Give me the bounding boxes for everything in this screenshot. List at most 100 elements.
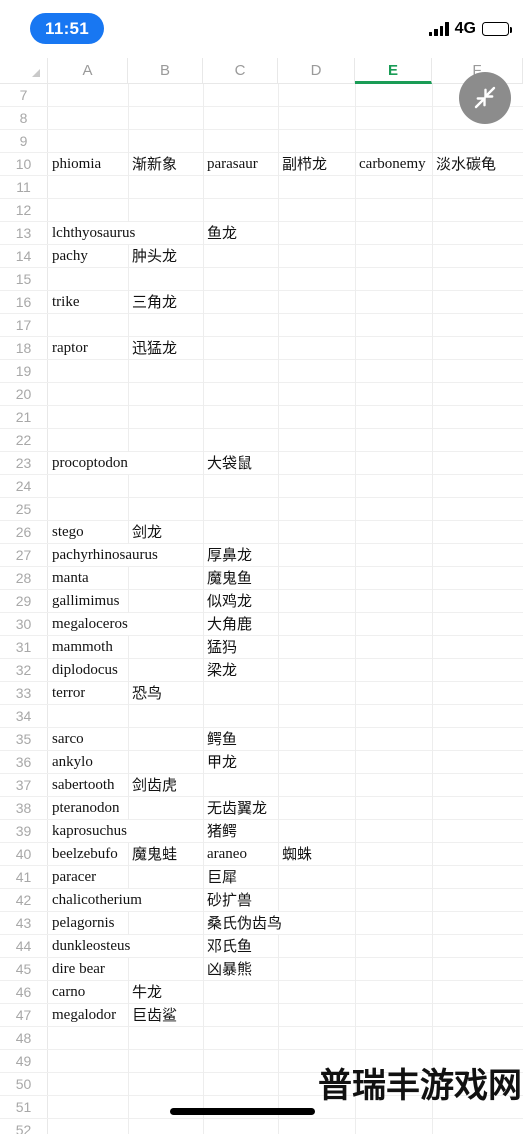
grid-row[interactable]: 32 diplodocus 梁龙 [0,659,523,682]
row-header-38[interactable]: 38 [0,797,48,819]
grid-row[interactable]: 36 ankylo 甲龙 [0,751,523,774]
cell-a10[interactable]: phiomia [48,153,101,175]
cell-e10[interactable]: carbonemy [355,153,426,175]
cell-c40[interactable]: araneo [203,843,247,865]
row-header-49[interactable]: 49 [0,1050,48,1072]
row-header-34[interactable]: 34 [0,705,48,727]
cell-a39[interactable]: kaprosuchus [48,820,127,842]
row-header-16[interactable]: 16 [0,291,48,313]
row-header-51[interactable]: 51 [0,1096,48,1118]
grid-row[interactable]: 27 pachyrhinosaurus 厚鼻龙 [0,544,523,567]
cell-a43[interactable]: pelagornis [48,912,114,934]
row-header-36[interactable]: 36 [0,751,48,773]
row-header-44[interactable]: 44 [0,935,48,957]
row-header-42[interactable]: 42 [0,889,48,911]
cell-a46[interactable]: carno [48,981,85,1003]
row-header-41[interactable]: 41 [0,866,48,888]
row-header-29[interactable]: 29 [0,590,48,612]
cell-a32[interactable]: diplodocus [48,659,118,681]
grid-row[interactable]: 31 mammoth 猛犸 [0,636,523,659]
cell-c30[interactable]: 大角鹿 [203,613,252,635]
cell-c45[interactable]: 凶暴熊 [203,958,252,980]
row-header-13[interactable]: 13 [0,222,48,244]
select-all-corner-cell[interactable] [0,58,48,84]
row-header-19[interactable]: 19 [0,360,48,382]
grid-row[interactable]: 30 megaloceros 大角鹿 [0,613,523,636]
cell-c32[interactable]: 梁龙 [203,659,237,681]
cell-b18[interactable]: 迅猛龙 [128,337,177,359]
grid-row[interactable]: 23 procoptodon 大袋鼠 [0,452,523,475]
cell-c28[interactable]: 魔鬼鱼 [203,567,252,589]
cell-c27[interactable]: 厚鼻龙 [203,544,252,566]
grid-row[interactable]: 21 [0,406,523,429]
cell-c29[interactable]: 似鸡龙 [203,590,252,612]
grid-row[interactable]: 33 terror 恐鸟 [0,682,523,705]
grid-row[interactable]: 41 paracer 巨犀 [0,866,523,889]
row-header-48[interactable]: 48 [0,1027,48,1049]
row-header-20[interactable]: 20 [0,383,48,405]
grid-row[interactable]: 40 beelzebufo 魔鬼蛙 araneo 蜘蛛 [0,843,523,866]
grid-row[interactable]: 17 [0,314,523,337]
cell-b40[interactable]: 魔鬼蛙 [128,843,177,865]
cell-c31[interactable]: 猛犸 [203,636,237,658]
cell-a26[interactable]: stego [48,521,84,543]
cell-a16[interactable]: trike [48,291,80,313]
row-header-30[interactable]: 30 [0,613,48,635]
row-header-50[interactable]: 50 [0,1073,48,1095]
row-header-32[interactable]: 32 [0,659,48,681]
cell-a31[interactable]: mammoth [48,636,113,658]
cell-a44[interactable]: dunkleosteus [48,935,130,957]
row-header-27[interactable]: 27 [0,544,48,566]
cell-a36[interactable]: ankylo [48,751,93,773]
row-header-8[interactable]: 8 [0,107,48,129]
cell-c42[interactable]: 砂扩兽 [203,889,252,911]
grid-row[interactable]: 29 gallimimus 似鸡龙 [0,590,523,613]
grid-row[interactable]: 18 raptor 迅猛龙 [0,337,523,360]
cell-c13[interactable]: 鱼龙 [203,222,237,244]
cell-a37[interactable]: sabertooth [48,774,114,796]
grid-row[interactable]: 45 dire bear 凶暴熊 [0,958,523,981]
grid-row[interactable]: 24 [0,475,523,498]
grid-row[interactable]: 19 [0,360,523,383]
cell-c44[interactable]: 邓氏鱼 [203,935,252,957]
column-header-c[interactable]: C [203,58,278,84]
cell-a29[interactable]: gallimimus [48,590,120,612]
row-header-47[interactable]: 47 [0,1004,48,1026]
row-header-21[interactable]: 21 [0,406,48,428]
row-header-24[interactable]: 24 [0,475,48,497]
row-header-17[interactable]: 17 [0,314,48,336]
grid-row[interactable]: 35 sarco 鳄鱼 [0,728,523,751]
row-header-18[interactable]: 18 [0,337,48,359]
grid-row[interactable]: 16 trike 三角龙 [0,291,523,314]
row-header-7[interactable]: 7 [0,84,48,106]
row-header-43[interactable]: 43 [0,912,48,934]
grid-row[interactable]: 8 [0,107,523,130]
row-header-39[interactable]: 39 [0,820,48,842]
grid-row[interactable]: 39 kaprosuchus 猪鳄 [0,820,523,843]
cell-c10[interactable]: parasaur [203,153,258,175]
cell-a13[interactable]: lchthyosaurus [48,222,135,244]
cell-a40[interactable]: beelzebufo [48,843,118,865]
grid-row[interactable]: 48 [0,1027,523,1050]
grid-row[interactable]: 37 sabertooth 剑齿虎 [0,774,523,797]
cell-a45[interactable]: dire bear [48,958,105,980]
grid-row[interactable]: 9 [0,130,523,153]
cell-a14[interactable]: pachy [48,245,88,267]
cell-a30[interactable]: megaloceros [48,613,128,635]
cell-b10[interactable]: 渐新象 [128,153,177,175]
horizontal-scrollbar[interactable] [170,1108,315,1115]
grid-row[interactable]: 13 lchthyosaurus 鱼龙 [0,222,523,245]
cell-c39[interactable]: 猪鳄 [203,820,237,842]
row-header-14[interactable]: 14 [0,245,48,267]
row-header-33[interactable]: 33 [0,682,48,704]
cell-a27[interactable]: pachyrhinosaurus [48,544,158,566]
grid-row[interactable]: 46 carno 牛龙 [0,981,523,1004]
cell-a47[interactable]: megalodor [48,1004,116,1026]
cell-c41[interactable]: 巨犀 [203,866,237,888]
column-header-b[interactable]: B [128,58,203,84]
cell-a41[interactable]: paracer [48,866,96,888]
row-header-28[interactable]: 28 [0,567,48,589]
row-header-11[interactable]: 11 [0,176,48,198]
cell-b16[interactable]: 三角龙 [128,291,177,313]
cell-a42[interactable]: chalicotherium [48,889,142,911]
